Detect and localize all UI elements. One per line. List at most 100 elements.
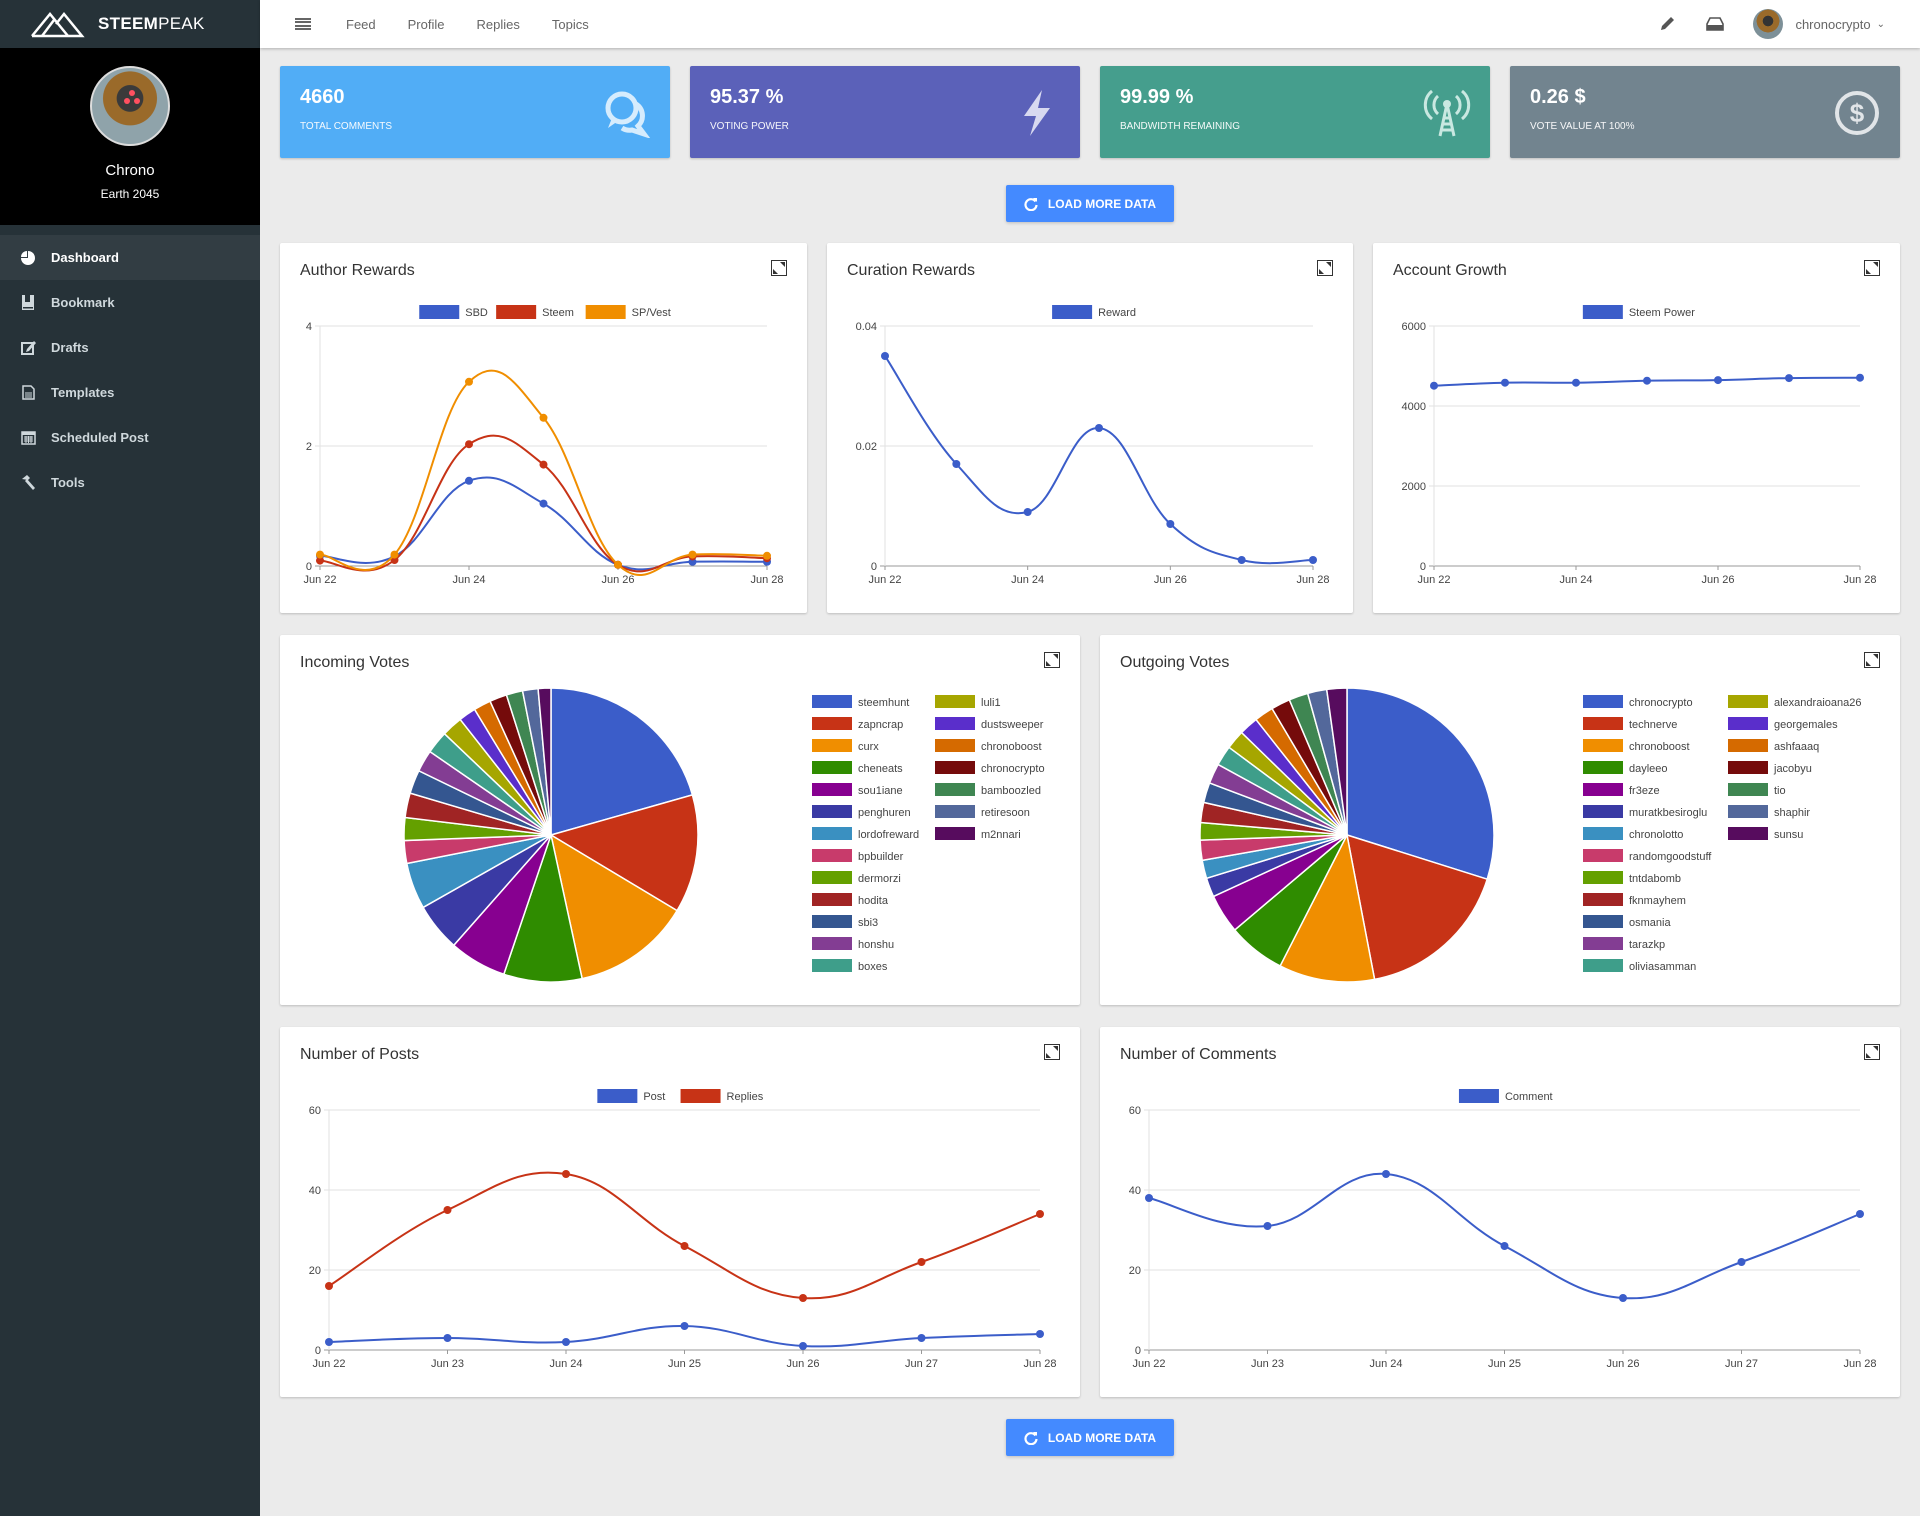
legend-swatch: [1582, 305, 1623, 319]
x-tick-label: Jun 24: [452, 574, 485, 586]
data-point: [562, 1338, 570, 1346]
sidebar-item-scheduled-post[interactable]: Scheduled Post: [0, 415, 260, 460]
legend-swatch: [935, 717, 975, 730]
x-tick-label: Jun 23: [431, 1358, 464, 1370]
data-point: [1145, 1194, 1153, 1202]
data-point: [1619, 1294, 1627, 1302]
legend-swatch: [1728, 805, 1768, 818]
legend-label: dustsweeper: [981, 719, 1044, 731]
svg-text:$: $: [1850, 98, 1865, 128]
legend-label: curx: [858, 741, 879, 753]
data-point: [614, 560, 622, 569]
legend-label: m2nnari: [981, 829, 1021, 841]
legend-swatch: [1583, 959, 1623, 972]
legend-swatch: [812, 893, 852, 906]
x-tick-label: Jun 26: [1606, 1358, 1639, 1370]
nav-replies[interactable]: Replies: [477, 17, 520, 32]
legend-label: ashfaaaq: [1774, 741, 1819, 753]
chart-svg: chronocrypto technerve chronoboost dayleeo f…: [1199, 687, 1861, 983]
x-tick-label: Jun 28: [750, 574, 783, 586]
legend-swatch: [812, 959, 852, 972]
x-tick-label: Jun 23: [1251, 1358, 1284, 1370]
load-more-button-bottom[interactable]: LOAD MORE DATA: [1006, 1419, 1174, 1456]
legend-label: SP/Vest: [632, 307, 671, 319]
legend-swatch: [585, 305, 626, 319]
data-point: [1643, 376, 1651, 385]
legend-swatch: [935, 827, 975, 840]
legend-label: dermorzi: [858, 873, 901, 885]
legend-swatch: [935, 761, 975, 774]
sidebar-item-drafts[interactable]: Drafts: [0, 325, 260, 370]
data-point: [390, 550, 399, 559]
pencil-icon[interactable]: [1657, 14, 1677, 34]
refresh-icon: [1024, 1431, 1038, 1445]
data-point: [443, 1334, 452, 1342]
x-tick-label: Jun 22: [303, 574, 336, 586]
data-point: [1309, 556, 1317, 564]
legend-label: chronocrypto: [1629, 697, 1693, 709]
data-point: [539, 413, 548, 422]
user-avatar[interactable]: [1753, 9, 1784, 39]
legend-label: Replies: [727, 1091, 764, 1103]
x-tick-label: Jun 22: [868, 574, 901, 586]
stat-label: VOTING POWER: [710, 121, 789, 132]
x-tick-label: Jun 26: [1701, 574, 1734, 586]
nav-topics[interactable]: Topics: [552, 17, 589, 32]
calendar-icon: [20, 430, 36, 446]
stat-bandwidth: 99.99 % BANDWIDTH REMAINING: [1100, 66, 1490, 158]
legend-swatch: [812, 827, 852, 840]
hammer-icon: [20, 475, 36, 491]
legend-swatch: [935, 739, 975, 752]
data-point: [1166, 520, 1175, 528]
legend-swatch: [812, 761, 852, 774]
legend-label: oliviasamman: [1629, 961, 1696, 973]
legend-swatch: [1052, 305, 1093, 319]
menu-icon[interactable]: [295, 18, 311, 30]
chart-svg: steemhunt zapncrap curx cheneats sou1iane pen…: [403, 687, 1045, 983]
lightning-icon: [1024, 90, 1050, 136]
sidebar-item-bookmark[interactable]: Bookmark: [0, 280, 260, 325]
nav-feed[interactable]: Feed: [346, 17, 376, 32]
inbox-icon[interactable]: [1705, 14, 1725, 34]
sidebar-item-tools[interactable]: Tools: [0, 460, 260, 505]
legend-swatch: [1583, 871, 1623, 884]
legend-label: tio: [1774, 785, 1786, 797]
y-tick-label: 0: [871, 561, 877, 573]
data-point: [1785, 374, 1793, 383]
legend-swatch: [1583, 783, 1623, 796]
incoming-votes-card: Incoming Votes steemhunt zapncrap curx chen…: [280, 635, 1080, 1005]
data-point: [1036, 1210, 1044, 1218]
data-point: [1714, 376, 1722, 385]
chart-svg: 0 2 4 Jun 22 Jun 24 Jun 26 Jun 28 SBD Steem SP/Ve…: [303, 305, 784, 586]
brand-logo[interactable]: STEEMPEAK: [0, 0, 260, 48]
sidebar-item-label: Tools: [51, 475, 85, 490]
sidebar-item-dashboard[interactable]: Dashboard: [0, 235, 260, 280]
chart-svg: 0 2000 4000 6000 Jun 22 Jun 24 Jun 26 Jun 28 Ste…: [1402, 305, 1877, 586]
legend-label: sbi3: [858, 917, 878, 929]
avatar[interactable]: [90, 66, 170, 146]
legend-label: retiresoon: [981, 807, 1030, 819]
data-point: [539, 499, 548, 508]
stat-value: 4660: [300, 86, 345, 108]
legend-swatch: [1583, 761, 1623, 774]
data-point: [688, 550, 697, 559]
load-more-button[interactable]: LOAD MORE DATA: [1006, 185, 1174, 222]
data-point: [881, 352, 889, 360]
nav-profile[interactable]: Profile: [408, 17, 445, 32]
legend-label: shaphir: [1774, 807, 1810, 819]
legend-swatch: [1583, 893, 1623, 906]
username[interactable]: chronocrypto: [1795, 17, 1870, 32]
legend-label: sunsu: [1774, 829, 1803, 841]
stat-label: VOTE VALUE AT 100%: [1530, 121, 1635, 132]
x-tick-label: Jun 24: [1369, 1358, 1402, 1370]
legend-swatch: [1583, 937, 1623, 950]
y-tick-label: 0.02: [856, 441, 877, 453]
legend-label: hodita: [858, 895, 889, 907]
x-tick-label: Jun 22: [1132, 1358, 1165, 1370]
refresh-icon: [1024, 197, 1038, 211]
sidebar-item-templates[interactable]: Templates: [0, 370, 260, 415]
top-bar: Feed Profile Replies Topics chronocrypto…: [260, 0, 1920, 48]
x-tick-label: Jun 24: [1011, 574, 1044, 586]
chevron-down-icon[interactable]: ⌄: [1877, 19, 1885, 30]
data-point: [1500, 1242, 1509, 1250]
